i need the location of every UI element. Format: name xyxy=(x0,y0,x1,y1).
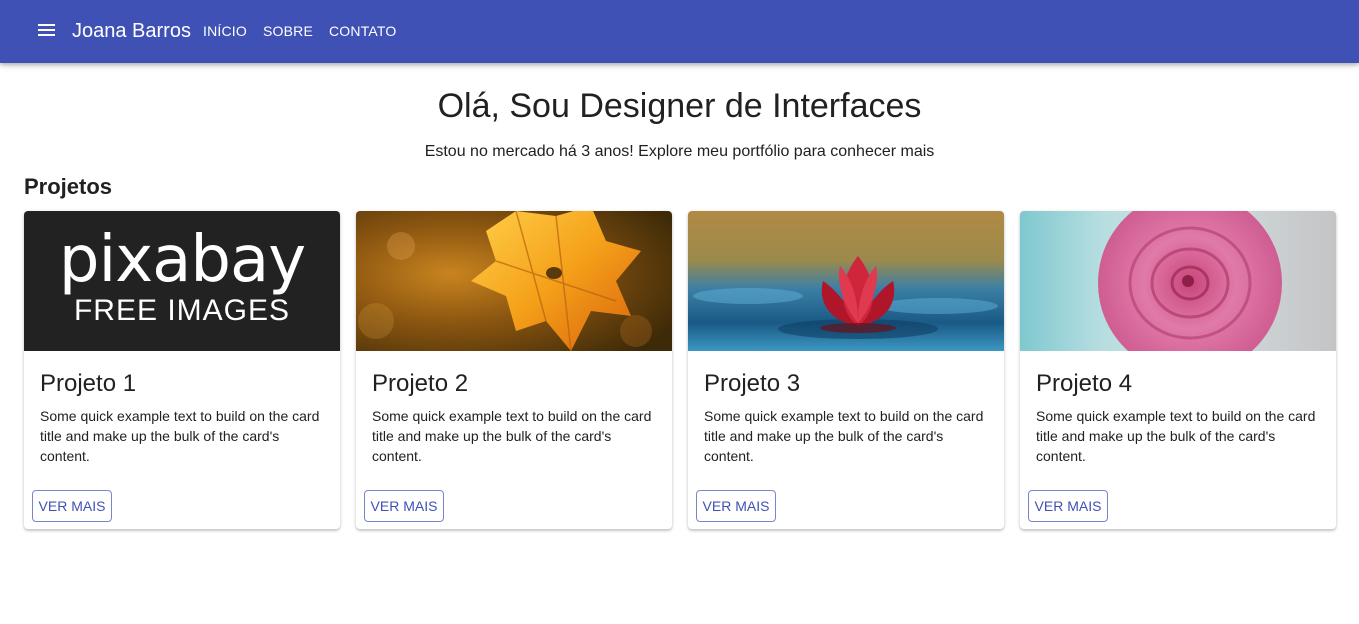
ver-mais-button[interactable]: VER MAIS xyxy=(1028,490,1108,522)
nav-inicio[interactable]: INÍCIO xyxy=(203,23,247,39)
top-nav: INÍCIO SOBRE CONTATO xyxy=(203,23,413,39)
app-bar: Joana Barros INÍCIO SOBRE CONTATO xyxy=(0,0,1359,63)
ver-mais-button[interactable]: VER MAIS xyxy=(696,490,776,522)
card-text: Some quick example text to build on the … xyxy=(1036,408,1316,464)
project-card: Projeto 3 Some quick example text to bui… xyxy=(688,211,1004,529)
card-title: Projeto 1 xyxy=(40,370,137,397)
card-text: Some quick example text to build on the … xyxy=(40,408,320,464)
card-text: Some quick example text to build on the … xyxy=(372,408,652,464)
project-card: Projeto 2 Some quick example text to bui… xyxy=(356,211,672,529)
pixabay-logo-text: pixabay xyxy=(58,223,306,297)
pixabay-logo-subtext: FREE IMAGES xyxy=(73,294,291,327)
projects-heading: Projetos xyxy=(24,174,113,199)
nav-sobre[interactable]: SOBRE xyxy=(263,23,313,39)
hero-title: Olá, Sou Designer de Interfaces xyxy=(437,87,922,125)
card-title: Projeto 3 xyxy=(704,370,801,397)
hero-subtitle: Estou no mercado há 3 anos! Explore meu … xyxy=(424,143,935,160)
brand-title[interactable]: Joana Barros xyxy=(72,19,191,43)
ver-mais-button[interactable]: VER MAIS xyxy=(32,490,112,522)
menu-icon[interactable] xyxy=(36,22,56,40)
card-image-autumn-leaf xyxy=(356,211,672,351)
project-card: Projeto 4 Some quick example text to bui… xyxy=(1020,211,1336,529)
card-image-pixabay: pixabay FREE IMAGES xyxy=(24,211,340,351)
card-title: Projeto 4 xyxy=(1036,370,1133,397)
card-title: Projeto 2 xyxy=(372,370,469,397)
nav-contato[interactable]: CONTATO xyxy=(329,23,397,39)
project-card: pixabay FREE IMAGES Projeto 1 Some quick… xyxy=(24,211,340,529)
card-image-pink-rose xyxy=(1020,211,1336,351)
card-image-water-lily xyxy=(688,211,1004,351)
card-text: Some quick example text to build on the … xyxy=(704,408,984,464)
ver-mais-button[interactable]: VER MAIS xyxy=(364,490,444,522)
